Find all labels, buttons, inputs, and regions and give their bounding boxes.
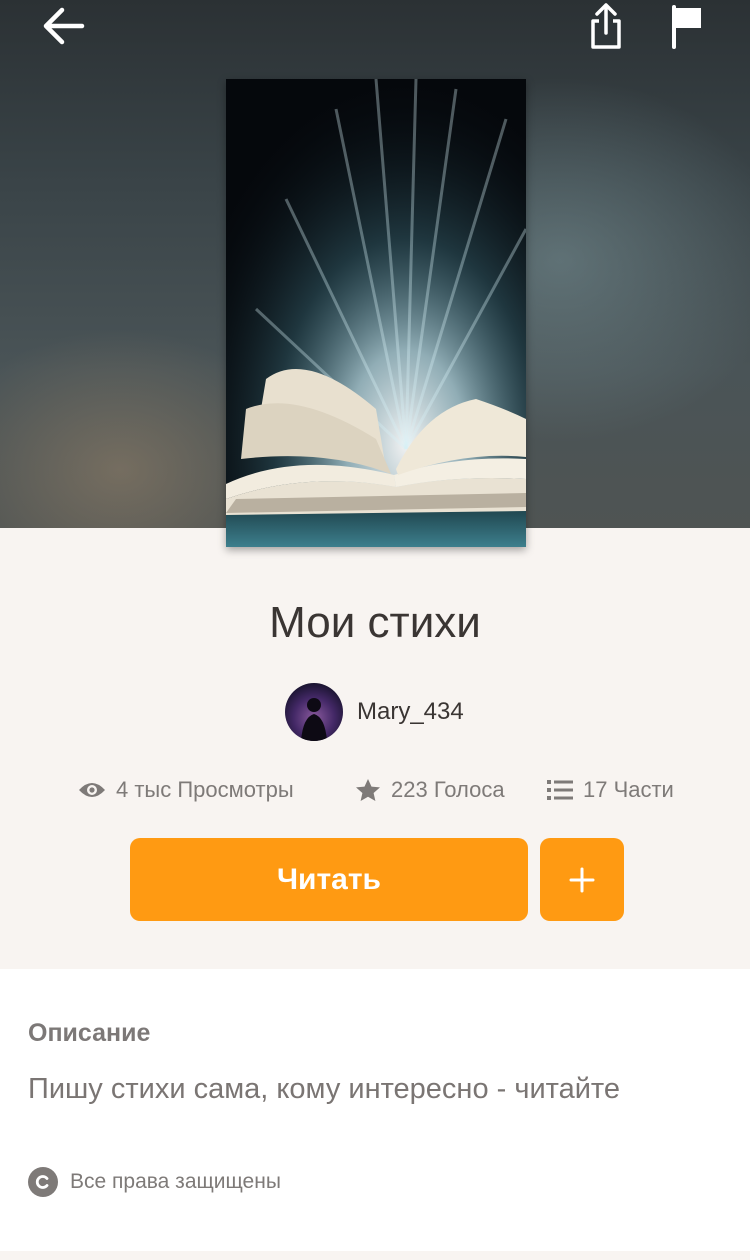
story-cover-image[interactable] [226,79,526,547]
author-name: Mary_434 [357,698,464,725]
copyright-icon [28,1167,58,1197]
open-book-light-illustration [226,79,526,547]
copyright-text: Все права защищены [70,1170,281,1193]
back-button[interactable] [36,0,92,52]
share-icon [591,3,621,49]
share-button[interactable] [582,0,630,52]
add-to-library-button[interactable] [540,838,624,921]
votes-count: 223 Голоса [391,777,505,802]
star-icon [356,779,380,801]
author-link[interactable]: Mary_434 [285,683,464,741]
author-avatar[interactable] [285,683,343,741]
story-title: Мои стихи [269,598,481,647]
copyright-notice: Все права защищены [28,1167,281,1197]
parts-stat: 17 Части [547,770,674,810]
description-text: Пишу стихи сама, кому интересно - читайт… [28,1073,621,1105]
flag-icon [672,5,701,49]
eye-icon [79,783,105,797]
read-button[interactable]: Читать [130,838,528,921]
parts-count: 17 Части [583,777,674,802]
description-card: Описание Пишу стихи сама, кому интересно… [0,969,750,1251]
report-flag-button[interactable] [664,0,710,52]
description-heading: Описание [28,1019,151,1047]
views-stat: 4 тыс Просмотры [78,770,294,810]
avatar-silhouette [301,698,327,741]
list-icon [547,780,573,800]
arrow-left-icon [43,7,85,45]
views-count: 4 тыс Просмотры [116,777,294,802]
plus-icon [569,867,595,892]
votes-stat: 223 Голоса [355,770,505,810]
story-stats: 4 тыс Просмотры 223 Голоса 17 Части [0,770,750,810]
